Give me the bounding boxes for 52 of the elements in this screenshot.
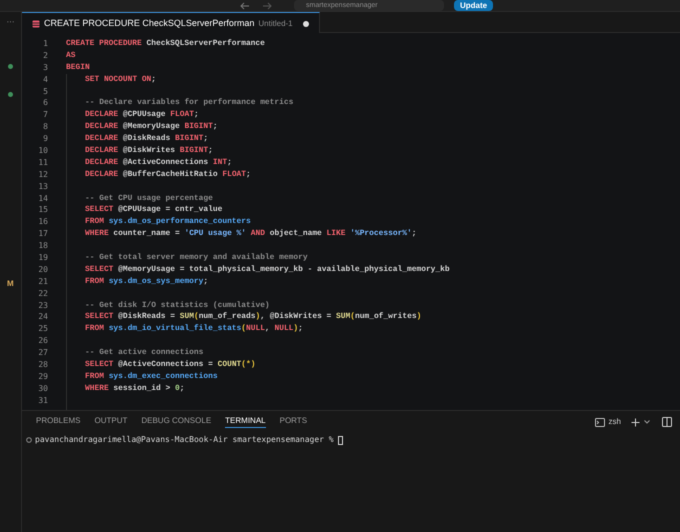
panel-tab[interactable]: TERMINAL — [225, 416, 266, 428]
line-number: 3 — [42, 64, 48, 72]
line-number: 22 — [37, 290, 48, 298]
line-number: 9 — [42, 135, 48, 144]
line-number: 1 — [42, 40, 48, 48]
line-number: 21 — [37, 278, 48, 286]
panel-tab[interactable]: PROBLEMS — [36, 416, 80, 428]
line-number: 19 — [37, 254, 48, 262]
line-number: 12 — [37, 170, 48, 179]
circle-icon — [26, 437, 32, 443]
terminal-prompt: pavanchandragarimella@Pavans-MacBook-Air smartexpensemanager % — [35, 434, 334, 446]
line-number: 13 — [37, 182, 48, 191]
panel-tab[interactable]: OUTPUT — [94, 416, 128, 428]
update-button[interactable]: Update — [454, 0, 494, 11]
line-number: 17 — [37, 230, 48, 238]
line-number: 8 — [42, 123, 48, 132]
line-number: 27 — [37, 349, 48, 358]
line-number: 16 — [37, 218, 48, 226]
line-number: 6 — [42, 99, 48, 108]
more-icon[interactable]: ··· — [6, 18, 14, 26]
line-number: 28 — [37, 360, 48, 369]
line-number: 20 — [37, 266, 48, 274]
panel-tab[interactable]: DEBUG CONSOLE — [141, 416, 212, 428]
database-icon — [32, 20, 40, 28]
shell-name[interactable]: zsh — [608, 416, 621, 428]
editor-tab[interactable]: CREATE PROCEDURE CheckSQLServerPerforman Untitled-1 — [22, 12, 320, 34]
line-number: 26 — [37, 337, 48, 346]
line-number: 23 — [37, 302, 48, 310]
tab-title: CREATE PROCEDURE CheckSQLServerPerforman — [44, 16, 254, 30]
line-number: 15 — [37, 206, 48, 214]
tab-description: Untitled-1 — [258, 18, 293, 30]
line-number: 11 — [37, 158, 48, 167]
plus-icon[interactable] — [631, 418, 640, 426]
line-number: 4 — [42, 76, 48, 84]
line-number: 24 — [37, 313, 48, 322]
line-number: 18 — [37, 242, 48, 250]
line-number: 5 — [42, 88, 48, 96]
line-number: 29 — [37, 372, 48, 381]
cursor — [338, 436, 343, 444]
back-arrow-icon[interactable] — [240, 2, 250, 10]
line-number: 14 — [37, 194, 48, 203]
terminal-icon — [594, 418, 605, 426]
split-panel-icon[interactable] — [662, 417, 672, 427]
modified-label: M — [7, 280, 14, 288]
line-number: 30 — [37, 384, 48, 393]
line-number: 2 — [42, 52, 48, 60]
line-number: 7 — [42, 111, 48, 120]
line-number: 25 — [37, 325, 48, 334]
chevron-down-icon[interactable] — [644, 420, 650, 424]
line-number: 10 — [37, 146, 48, 155]
line-number: 31 — [37, 396, 48, 405]
panel-tab[interactable]: PORTS — [280, 416, 308, 428]
